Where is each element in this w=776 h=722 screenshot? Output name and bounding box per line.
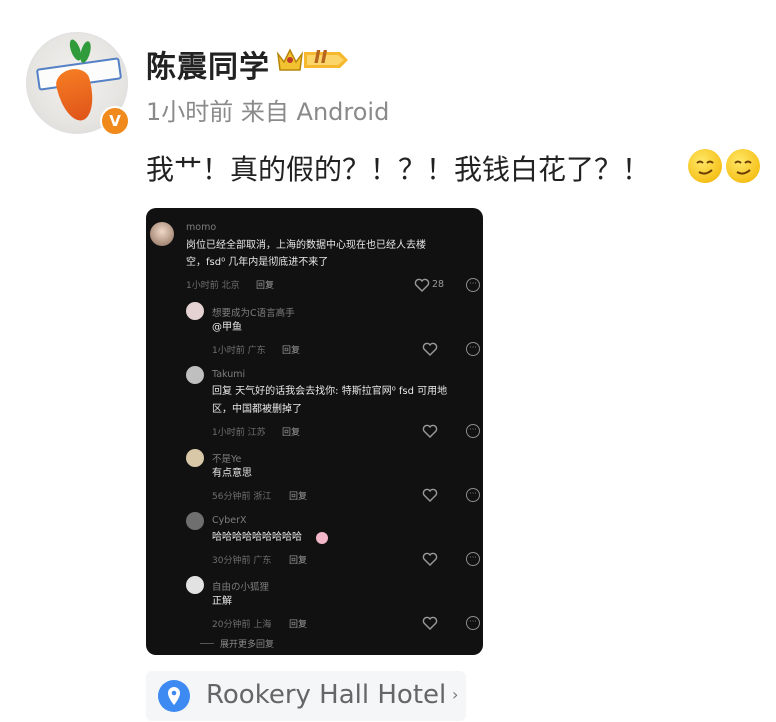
- commenter-name: 自由の小狐狸: [212, 582, 270, 593]
- more-dots-icon[interactable]: ···: [466, 552, 480, 566]
- commenter-name: momo: [186, 222, 217, 233]
- heart-outline-icon[interactable]: [422, 616, 438, 630]
- commenter-avatar: [186, 302, 204, 320]
- commenter-name: Takumi: [212, 369, 246, 380]
- comment-text: 区，中国都被删掉了: [212, 404, 302, 415]
- commenter-avatar: [186, 576, 204, 594]
- comment-meta: 30分钟前 广东: [212, 556, 272, 566]
- chevron-right-icon: ›: [452, 685, 459, 704]
- post-meta: 1小时前 来自 Android: [146, 98, 390, 126]
- post-text: 我艹！真的假的？！？！我钱白花了？！: [146, 148, 650, 188]
- smirk-emoji-icon: [726, 149, 760, 183]
- comment-text: @甲鱼: [212, 322, 242, 333]
- reply-link[interactable]: 回复: [289, 489, 307, 502]
- heart-outline-icon[interactable]: [422, 552, 438, 566]
- username[interactable]: 陈震同学: [146, 42, 270, 86]
- commenter-name: 不是Ye: [212, 454, 242, 465]
- embedded-screenshot[interactable]: momo 岗位已经全部取消，上海的数据中心现在也已经人去楼 空，fsd⁰ 几年内…: [146, 208, 483, 655]
- more-dots-icon[interactable]: ···: [466, 424, 480, 438]
- comment-meta: 1小时前 江苏: [212, 428, 266, 438]
- commenter-name: 想要成为C语言高手: [212, 308, 295, 319]
- commenter-avatar: [186, 366, 204, 384]
- comment-text: 正解: [212, 596, 232, 607]
- comment-text: 有点意思: [212, 468, 252, 479]
- reply-link[interactable]: 回复: [282, 343, 300, 356]
- like-count: 28: [432, 279, 445, 290]
- verified-badge: V: [100, 106, 130, 136]
- level-badge-text: II: [314, 47, 328, 68]
- commenter-avatar: [186, 449, 204, 467]
- location-chip[interactable]: Rookery Hall Hotel ›: [146, 671, 466, 721]
- reply-link[interactable]: 回复: [256, 278, 274, 291]
- heart-outline-icon[interactable]: [422, 424, 438, 438]
- comment-text: 哈哈哈哈哈哈哈哈哈: [212, 532, 302, 543]
- heart-outline-icon[interactable]: [422, 342, 438, 356]
- more-dots-icon[interactable]: ···: [466, 278, 480, 292]
- divider: [200, 643, 214, 644]
- heart-outline-icon[interactable]: [422, 488, 438, 502]
- expand-more-replies[interactable]: 展开更多回复: [220, 637, 274, 650]
- comment-text: 回复 天气好的话我会去找你: 特斯拉官网⁰ fsd 可用地: [212, 386, 448, 397]
- reply-link[interactable]: 回复: [282, 425, 300, 438]
- comment-meta: 1小时前 广东: [212, 346, 266, 356]
- comment-meta: 56分钟前 浙江: [212, 492, 272, 502]
- reply-link[interactable]: 回复: [289, 617, 307, 630]
- comment-text: 空，fsd⁰ 几年内是彻底进不来了: [186, 257, 329, 268]
- more-dots-icon[interactable]: ···: [466, 616, 480, 630]
- reply-link[interactable]: 回复: [289, 553, 307, 566]
- more-dots-icon[interactable]: ···: [466, 488, 480, 502]
- smirk-emoji-icon: [688, 149, 722, 183]
- commenter-name: CyberX: [212, 515, 247, 526]
- comment-text: 岗位已经全部取消，上海的数据中心现在也已经人去楼: [186, 240, 426, 251]
- pig-emoji-icon: [316, 532, 328, 544]
- location-label[interactable]: Rookery Hall Hotel: [206, 680, 446, 710]
- heart-outline-icon[interactable]: [414, 278, 430, 292]
- more-dots-icon[interactable]: ···: [466, 342, 480, 356]
- commenter-avatar: [186, 512, 204, 530]
- post-text-content: 我艹！真的假的？！？！我钱白花了？！: [146, 153, 651, 186]
- location-pin-icon: [158, 680, 190, 712]
- comment-meta: 20分钟前 上海: [212, 620, 272, 630]
- comment-meta: 1小时前 北京: [186, 281, 240, 291]
- commenter-avatar: [150, 222, 174, 246]
